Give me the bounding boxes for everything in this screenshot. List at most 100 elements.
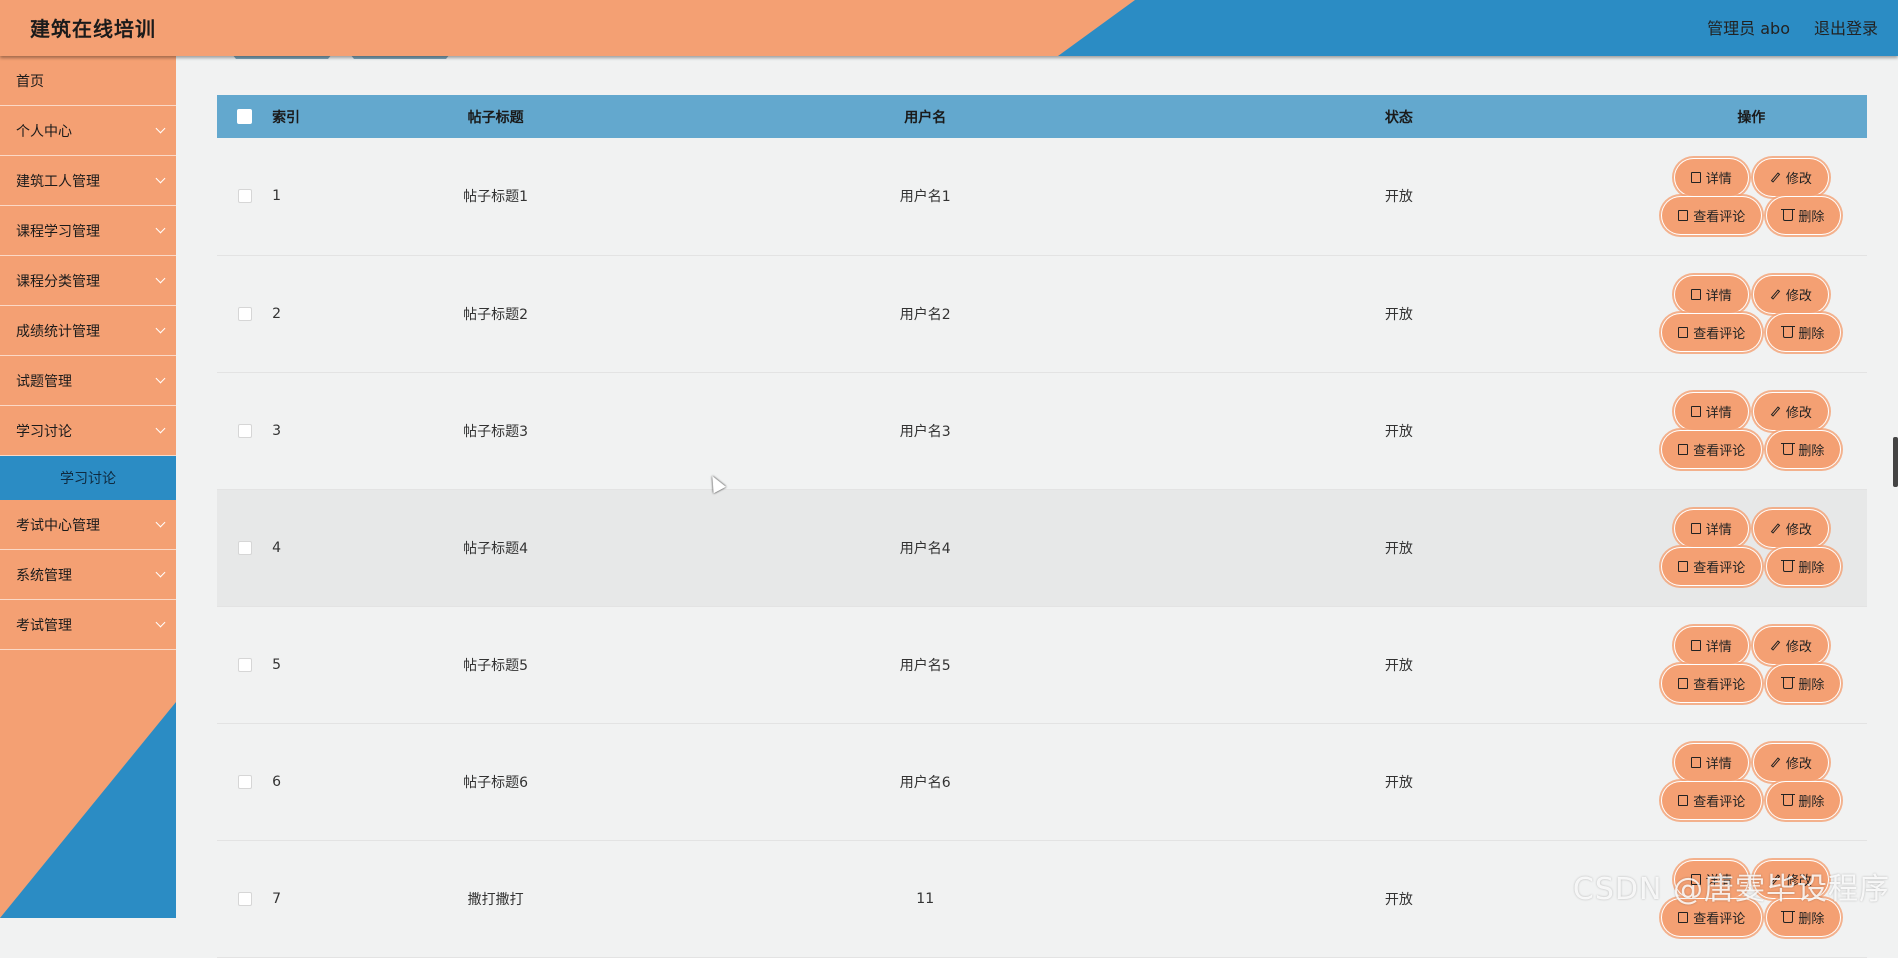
cell-title: 撒打撒打 bbox=[467, 891, 524, 908]
chevron-down-icon bbox=[155, 123, 166, 134]
delete-button[interactable]: 删除 bbox=[1769, 198, 1839, 232]
detail-button[interactable]: 详情 bbox=[1676, 512, 1746, 545]
row-checkbox[interactable] bbox=[237, 189, 252, 204]
cell-status: 开放 bbox=[1384, 774, 1413, 791]
button-label: 修改 bbox=[1785, 757, 1812, 772]
delete-button[interactable]: 删除 bbox=[1769, 550, 1839, 583]
posts-table: 索引 帖子标题 用户名 状态 操作 1 帖子标题1 用户名1 开放 详情 修改 查看评论 删除… bbox=[217, 95, 1867, 958]
detail-button[interactable]: 详情 bbox=[1676, 746, 1746, 779]
row-checkbox[interactable] bbox=[237, 657, 252, 672]
sidebar-item[interactable]: 成绩统计管理 bbox=[0, 306, 176, 356]
button-label: 查看评论 bbox=[1693, 327, 1746, 342]
sidebar-item[interactable]: 课程分类管理 bbox=[0, 256, 176, 306]
pencil-icon bbox=[1770, 640, 1781, 651]
delete-button[interactable]: 删除 bbox=[1769, 784, 1839, 817]
cell-status: 开放 bbox=[1384, 423, 1413, 440]
sidebar-subitem-active[interactable]: 学习讨论 bbox=[0, 456, 176, 500]
edit-button[interactable]: 修改 bbox=[1755, 629, 1826, 662]
delete-button[interactable]: 删除 bbox=[1769, 667, 1839, 700]
select-all-cell bbox=[217, 95, 272, 138]
cell-index: 7 bbox=[272, 890, 281, 907]
delete-button[interactable]: 删除 bbox=[1769, 433, 1839, 466]
sidebar-item[interactable]: 建筑工人管理 bbox=[0, 156, 176, 206]
edit-button[interactable]: 修改 bbox=[1755, 746, 1826, 779]
sidebar-item[interactable]: 试题管理 bbox=[0, 356, 176, 406]
button-label: 查看评论 bbox=[1693, 444, 1746, 459]
watermark-text: CSDN @唐雯毕设程序 bbox=[1572, 872, 1890, 907]
document-icon bbox=[1690, 640, 1701, 651]
chevron-down-icon bbox=[155, 517, 166, 528]
pencil-icon bbox=[1770, 523, 1781, 534]
row-select-cell bbox=[217, 372, 272, 489]
sidebar-item[interactable]: 课程学习管理 bbox=[0, 206, 176, 256]
row-checkbox[interactable] bbox=[237, 306, 252, 321]
edit-button[interactable]: 修改 bbox=[1755, 395, 1826, 428]
row-checkbox[interactable] bbox=[237, 891, 252, 906]
view-comments-button[interactable]: 查看评论 bbox=[1664, 316, 1760, 349]
sidebar-item[interactable]: 系统管理 bbox=[0, 550, 176, 600]
row-select-cell bbox=[217, 840, 272, 957]
button-label: 详情 bbox=[1705, 757, 1732, 772]
trash-icon bbox=[1781, 326, 1796, 338]
chevron-down-icon bbox=[155, 273, 166, 284]
view-comments-button[interactable]: 查看评论 bbox=[1664, 784, 1760, 817]
view-comments-button[interactable]: 查看评论 bbox=[1664, 433, 1760, 466]
button-label: 详情 bbox=[1705, 523, 1732, 538]
ops-row: 查看评论 删除 bbox=[1636, 316, 1867, 349]
cell-username: 11 bbox=[916, 890, 935, 907]
trash-icon bbox=[1781, 794, 1796, 806]
view-comments-button[interactable]: 查看评论 bbox=[1664, 667, 1760, 700]
sidebar-item[interactable]: 考试管理 bbox=[0, 600, 176, 650]
cell-index: 6 bbox=[272, 773, 281, 790]
row-checkbox[interactable] bbox=[237, 774, 252, 789]
delete-button[interactable]: 删除 bbox=[1769, 316, 1839, 349]
cell-title: 帖子标题1 bbox=[463, 189, 529, 206]
cell-ops: 详情 修改查看评论 删除 bbox=[1636, 255, 1867, 372]
cell-username: 用户名1 bbox=[899, 189, 951, 206]
edit-button[interactable]: 修改 bbox=[1755, 278, 1826, 311]
sidebar-item[interactable]: 个人中心 bbox=[0, 106, 176, 156]
view-comments-button[interactable]: 查看评论 bbox=[1664, 198, 1760, 232]
cell-username: 用户名3 bbox=[899, 423, 951, 440]
button-label: 删除 bbox=[1798, 795, 1825, 810]
edit-button[interactable]: 修改 bbox=[1755, 512, 1826, 545]
row-checkbox[interactable] bbox=[237, 540, 252, 555]
trash-icon bbox=[1781, 208, 1796, 221]
chevron-down-icon bbox=[155, 617, 166, 628]
document-icon bbox=[1690, 289, 1701, 300]
document-icon bbox=[1690, 523, 1701, 534]
select-all-checkbox[interactable] bbox=[237, 109, 253, 124]
document-icon bbox=[1690, 757, 1701, 768]
ops-row: 详情 修改 bbox=[1636, 512, 1867, 545]
detail-button[interactable]: 详情 bbox=[1676, 160, 1746, 194]
cell-username: 用户名6 bbox=[899, 774, 951, 791]
cell-title: 帖子标题3 bbox=[463, 423, 529, 440]
detail-button[interactable]: 详情 bbox=[1676, 278, 1746, 311]
trash-icon bbox=[1781, 560, 1796, 572]
table-row: 5 帖子标题5 用户名5 开放 详情 修改 查看评论 删除 bbox=[217, 606, 1867, 723]
cell-status: 开放 bbox=[1384, 657, 1413, 674]
row-checkbox[interactable] bbox=[237, 423, 252, 438]
cell-username: 用户名4 bbox=[899, 540, 951, 557]
sidebar-item-label: 试题管理 bbox=[16, 373, 72, 390]
document-icon bbox=[1678, 209, 1689, 221]
detail-button[interactable]: 详情 bbox=[1676, 395, 1746, 428]
document-icon bbox=[1690, 406, 1701, 417]
cell-ops: 详情 修改查看评论 删除 bbox=[1636, 372, 1867, 489]
detail-button[interactable]: 详情 bbox=[1676, 629, 1746, 662]
pencil-icon bbox=[1770, 757, 1781, 768]
sidebar-item-label: 成绩统计管理 bbox=[16, 323, 100, 340]
pencil-icon bbox=[1770, 172, 1781, 183]
logout-link[interactable]: 退出登录 bbox=[1814, 15, 1878, 39]
ops-row: 查看评论 删除 bbox=[1636, 198, 1867, 232]
view-comments-button[interactable]: 查看评论 bbox=[1664, 550, 1760, 583]
sidebar-item[interactable]: 考试中心管理 bbox=[0, 500, 176, 550]
pencil-icon bbox=[1770, 406, 1781, 417]
edit-button[interactable]: 修改 bbox=[1755, 160, 1826, 194]
sidebar-item[interactable]: 学习讨论 bbox=[0, 406, 176, 456]
sidebar-item[interactable]: 首页 bbox=[0, 56, 176, 106]
page-scrollbar[interactable] bbox=[1893, 437, 1898, 487]
button-label: 详情 bbox=[1705, 640, 1732, 655]
current-user-label[interactable]: 管理员 abo bbox=[1707, 15, 1790, 39]
button-label: 详情 bbox=[1705, 289, 1732, 304]
